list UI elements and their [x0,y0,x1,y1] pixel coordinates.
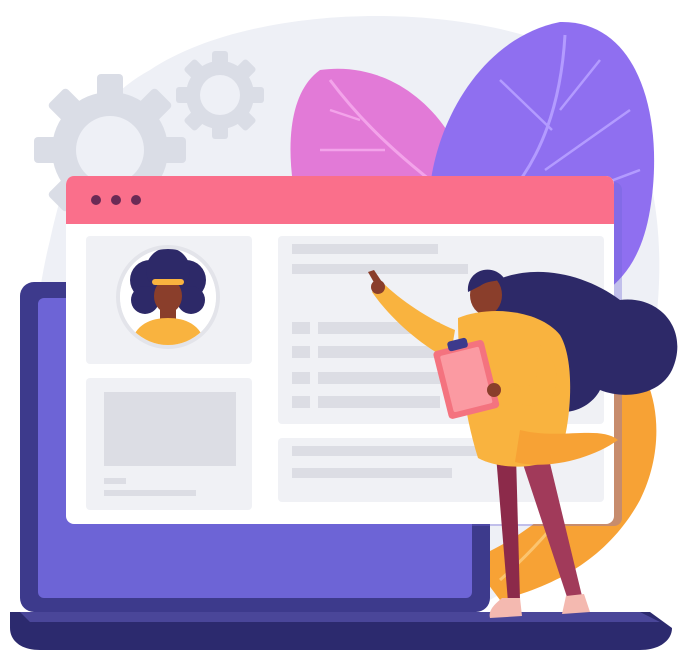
image-placeholder [104,392,236,466]
illustration-canvas [10,15,678,650]
text-placeholder [292,264,468,274]
avatar [116,245,220,349]
text-placeholder [292,468,452,478]
text-placeholder [104,478,126,484]
browser-title-bar [66,176,614,224]
window-dot-icon [131,195,141,205]
text-placeholder [104,490,196,496]
gear-small-icon [176,51,264,139]
illustration-scene [0,0,682,670]
heading-placeholder [292,244,438,254]
text-placeholder [292,446,488,456]
window-dot-icon [91,195,101,205]
window-dot-icon [111,195,121,205]
